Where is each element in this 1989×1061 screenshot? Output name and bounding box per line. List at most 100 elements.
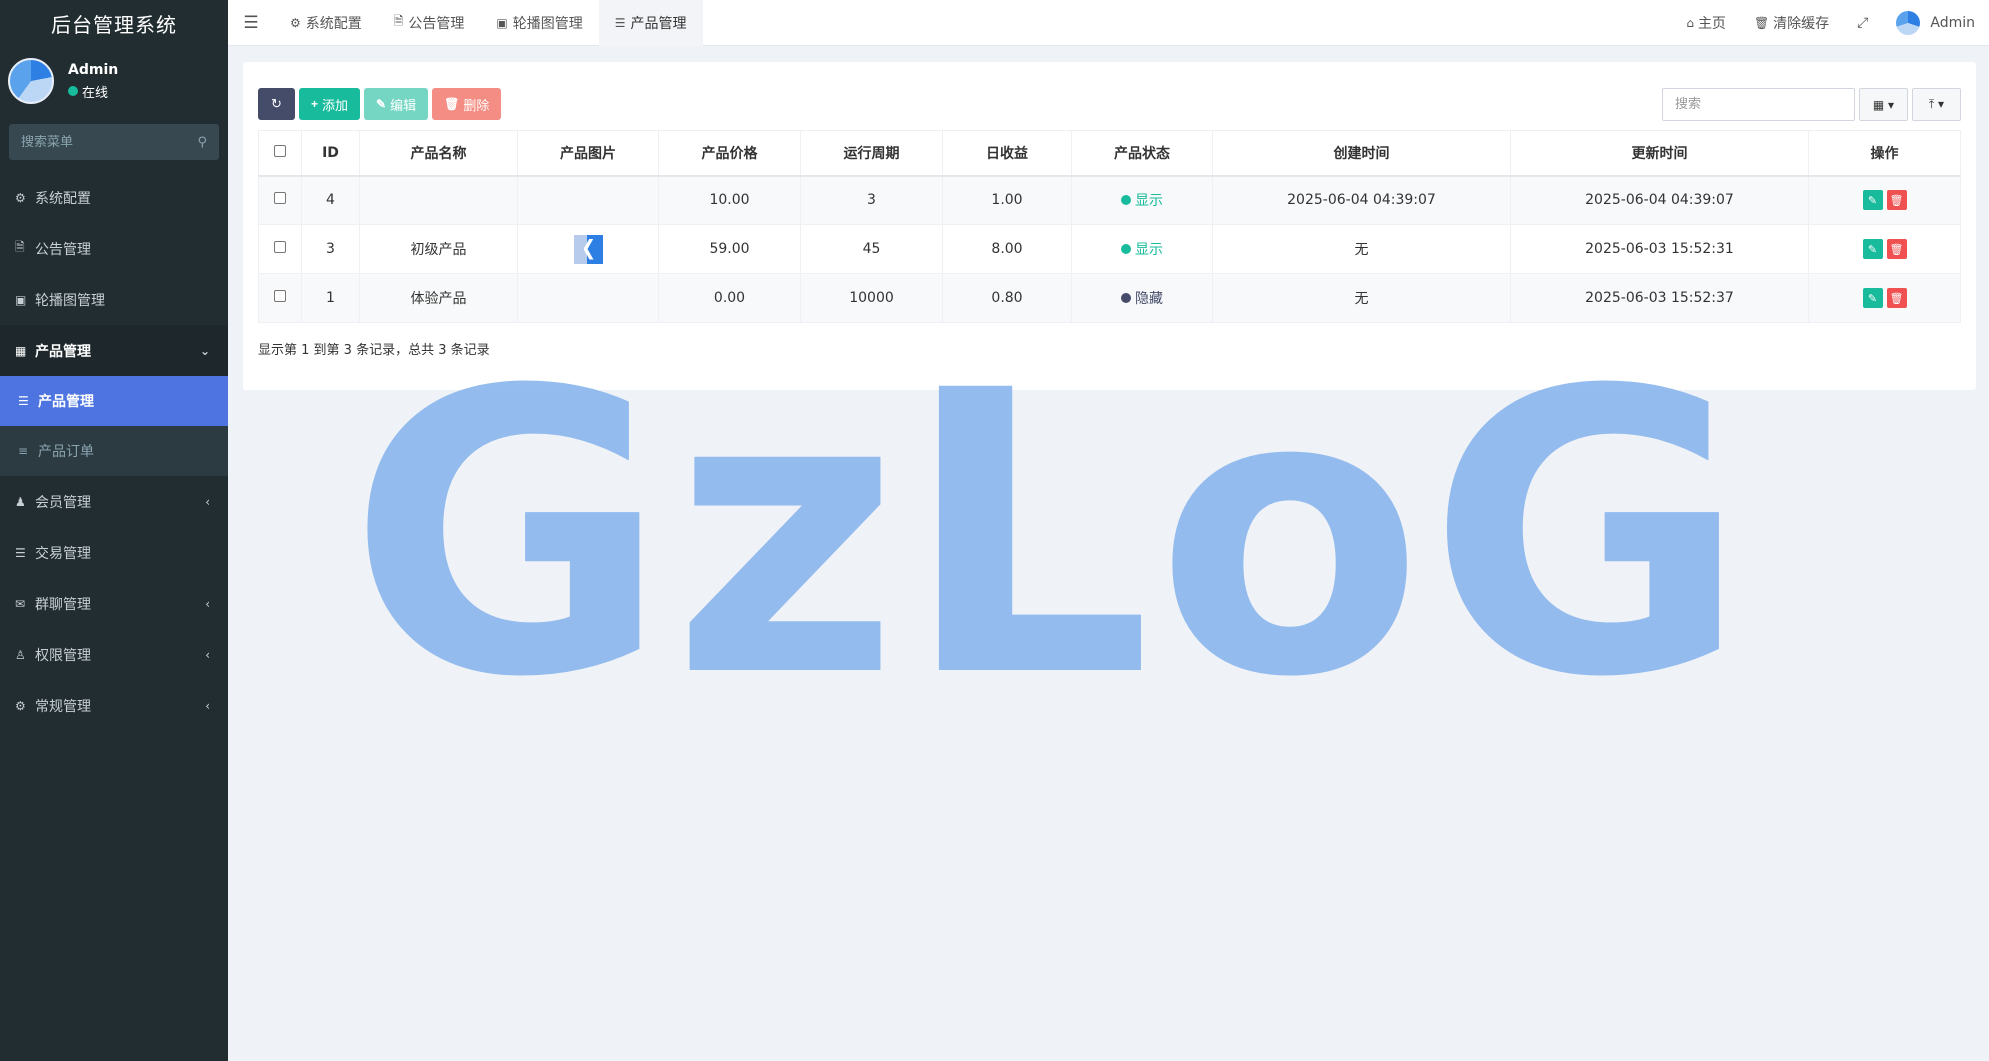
gear-icon: ⚙ bbox=[15, 190, 26, 205]
sidebar-subitem-label: 产品管理 bbox=[38, 394, 94, 410]
image-icon: ▣ bbox=[496, 15, 508, 30]
sidebar-item-banner[interactable]: ▣ 轮播图管理 bbox=[0, 274, 228, 325]
cell-id: 3 bbox=[301, 224, 360, 274]
sidebar-menu: ⚙ 系统配置 🗎 公告管理 ▣ 轮播图管理 ▦ 产品管理 ⌄ ☰ 产品管理 ≡ … bbox=[0, 172, 228, 731]
col-header[interactable]: 产品名称 bbox=[359, 130, 518, 177]
list-icon: ≡ bbox=[18, 444, 29, 458]
cell-updated: 2025-06-04 04:39:07 bbox=[1510, 175, 1809, 225]
tab-label: 公告管理 bbox=[408, 15, 465, 32]
sidebar-item-label: 交易管理 bbox=[35, 545, 91, 562]
add-label: 添加 bbox=[322, 97, 349, 113]
row-edit-button[interactable]: ✎ bbox=[1862, 190, 1883, 211]
tab-notice[interactable]: 🗎 公告管理 bbox=[378, 0, 481, 46]
product-thumbnail[interactable] bbox=[573, 234, 603, 264]
cell-created: 无 bbox=[1212, 224, 1511, 274]
columns-toggle-button[interactable]: ▦ ▾ bbox=[1859, 88, 1908, 121]
cell-price: 10.00 bbox=[658, 175, 801, 225]
row-select-cell bbox=[258, 273, 302, 323]
sidebar-item-system-config[interactable]: ⚙ 系统配置 bbox=[0, 172, 228, 223]
status-badge: 隐藏 bbox=[1121, 288, 1163, 308]
row-checkbox[interactable] bbox=[274, 241, 286, 253]
col-header[interactable]: 日收益 bbox=[942, 130, 1072, 177]
col-header[interactable]: 创建时间 bbox=[1212, 130, 1511, 177]
edit-button[interactable]: ✎ 编辑 bbox=[364, 88, 429, 120]
product-table: ID 产品名称 产品图片 产品价格 运行周期 日收益 产品状态 创建时间 更新时… bbox=[258, 130, 1961, 323]
product-submenu: ☰ 产品管理 ≡ 产品订单 bbox=[0, 376, 228, 476]
table-search-input[interactable] bbox=[1662, 88, 1855, 121]
status-badge: 显示 bbox=[1121, 190, 1163, 210]
watermark-text: GzLoG bbox=[348, 308, 1752, 762]
row-edit-button[interactable]: ✎ bbox=[1862, 288, 1883, 308]
cell-created: 2025-06-04 04:39:07 bbox=[1212, 175, 1511, 225]
sidebar-toggle-icon[interactable]: ☰ bbox=[228, 0, 274, 46]
export-button[interactable]: ⤒ ▾ bbox=[1912, 88, 1961, 121]
col-header[interactable]: 更新时间 bbox=[1510, 130, 1809, 177]
home-link[interactable]: ⌂ 主页 bbox=[1672, 0, 1740, 46]
row-checkbox[interactable] bbox=[274, 290, 286, 302]
col-header[interactable]: ID bbox=[301, 130, 360, 177]
sidebar-item-label: 群聊管理 bbox=[35, 596, 91, 613]
row-delete-button[interactable]: 🗑 bbox=[1886, 239, 1907, 259]
sidebar-item-label: 公告管理 bbox=[35, 241, 91, 258]
cell-image bbox=[517, 224, 659, 274]
avatar bbox=[1896, 11, 1921, 35]
menu-search-input[interactable] bbox=[21, 134, 171, 150]
sidebar-item-label: 会员管理 bbox=[35, 494, 91, 511]
user-name: Admin bbox=[68, 61, 119, 78]
sidebar-subitem-product-order[interactable]: ≡ 产品订单 bbox=[0, 426, 228, 476]
grid-icon: ▦ ▾ bbox=[1872, 97, 1895, 112]
clear-cache-button[interactable]: 🗑 清除缓存 bbox=[1740, 0, 1843, 46]
refresh-icon: ↻ bbox=[271, 96, 282, 111]
row-delete-button[interactable]: 🗑 bbox=[1886, 288, 1907, 308]
tab-label: 轮播图管理 bbox=[512, 15, 583, 32]
col-header[interactable]: 运行周期 bbox=[800, 130, 943, 177]
user-status-label: 在线 bbox=[82, 85, 109, 101]
sidebar-item-notice[interactable]: 🗎 公告管理 bbox=[0, 223, 228, 274]
user-panel: Admin 在线 bbox=[0, 46, 228, 116]
sidebar-item-trade[interactable]: ☰ 交易管理 bbox=[0, 527, 228, 578]
cell-id: 4 bbox=[301, 175, 360, 225]
tab-system-config[interactable]: ⚙ 系统配置 bbox=[274, 0, 378, 46]
delete-button[interactable]: 🗑 删除 bbox=[432, 88, 502, 120]
table-header-row: ID 产品名称 产品图片 产品价格 运行周期 日收益 产品状态 创建时间 更新时… bbox=[258, 130, 1961, 177]
gear-icon: ⚙ bbox=[290, 15, 301, 30]
select-all-checkbox[interactable] bbox=[274, 144, 286, 157]
sidebar-item-member[interactable]: ♟ 会员管理 ‹ bbox=[0, 476, 228, 527]
row-edit-button[interactable]: ✎ bbox=[1862, 239, 1883, 259]
table-tools-right: ▦ ▾ ⤒ ▾ bbox=[1662, 88, 1961, 121]
home-label: 主页 bbox=[1697, 16, 1726, 32]
row-select-cell bbox=[258, 224, 302, 274]
sidebar-item-label: 系统配置 bbox=[35, 190, 91, 207]
sidebar-item-product[interactable]: ▦ 产品管理 ⌄ bbox=[0, 325, 228, 376]
top-navbar: ☰ ⚙ 系统配置 🗎 公告管理 ▣ 轮播图管理 ☰ 产品管理 ⌂ 主页 🗑 清除… bbox=[228, 0, 1989, 46]
cogs-icon: ⚙ bbox=[15, 698, 26, 713]
delete-label: 删除 bbox=[463, 97, 490, 113]
chevron-left-icon: ‹ bbox=[205, 494, 210, 509]
refresh-button[interactable]: ↻ bbox=[258, 88, 295, 120]
chat-icon: ✉ bbox=[15, 596, 26, 611]
row-checkbox[interactable] bbox=[274, 192, 286, 205]
cell-cycle: 45 bbox=[800, 224, 943, 274]
col-header[interactable]: 产品图片 bbox=[517, 130, 659, 177]
admin-menu[interactable]: Admin bbox=[1882, 0, 1989, 46]
sidebar-item-permission[interactable]: ♙ 权限管理 ‹ bbox=[0, 629, 228, 680]
fullscreen-button[interactable]: ⤢ bbox=[1843, 0, 1882, 46]
tab-product[interactable]: ☰ 产品管理 bbox=[598, 0, 703, 46]
sidebar-item-general[interactable]: ⚙ 常规管理 ‹ bbox=[0, 680, 228, 731]
select-all-cell bbox=[258, 130, 302, 177]
cell-status: 显示 bbox=[1071, 224, 1213, 274]
cell-actions: ✎ 🗑 bbox=[1808, 273, 1961, 323]
sidebar-subitem-product-manage[interactable]: ☰ 产品管理 bbox=[0, 376, 228, 426]
search-icon[interactable]: ⚲ bbox=[197, 135, 207, 150]
sidebar-item-groupchat[interactable]: ✉ 群聊管理 ‹ bbox=[0, 578, 228, 629]
col-header[interactable]: 产品价格 bbox=[658, 130, 801, 177]
cell-daily: 1.00 bbox=[942, 175, 1072, 225]
user-status: 在线 bbox=[68, 82, 118, 101]
tab-banner[interactable]: ▣ 轮播图管理 bbox=[480, 0, 598, 46]
online-dot-icon bbox=[68, 86, 78, 96]
col-header[interactable]: 产品状态 bbox=[1071, 130, 1213, 177]
add-button[interactable]: + 添加 bbox=[299, 88, 361, 120]
row-delete-button[interactable]: 🗑 bbox=[1886, 190, 1907, 211]
tab-label: 产品管理 bbox=[630, 15, 687, 32]
top-right-tools: ⌂ 主页 🗑 清除缓存 ⤢ Admin bbox=[1672, 0, 1989, 46]
